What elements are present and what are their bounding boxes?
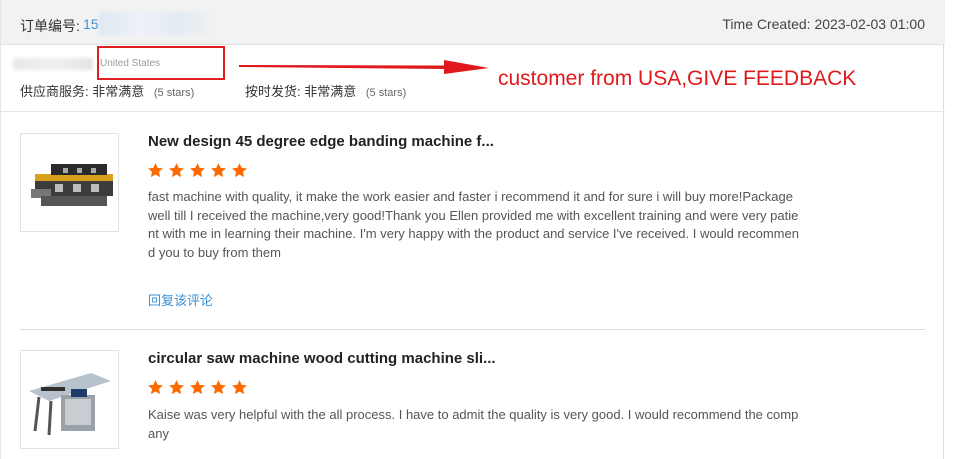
review-text: Kaise was very helpful with the all proc… <box>148 407 799 441</box>
star-icon <box>190 380 205 395</box>
on-time-shipping-rating: 按时发货: 非常满意 (5 stars) <box>245 81 406 100</box>
star-icon <box>232 163 247 178</box>
supplier-service-value: 非常满意 <box>92 84 145 99</box>
shipping-value: 非常满意 <box>304 84 357 99</box>
shipping-stars: (5 stars) <box>365 87 407 99</box>
order-review-panel: 订单编号: 15 Time Created: 2023-02-03 01:00 … <box>0 0 945 459</box>
annotation-arrow <box>239 60 489 74</box>
reply-to-review-link[interactable]: 回复该评论 <box>148 290 213 309</box>
star-icon <box>169 163 184 178</box>
supplier-service-stars: (5 stars) <box>153 87 195 99</box>
star-icon <box>148 163 163 178</box>
section-divider <box>1 111 945 112</box>
star-icon <box>190 163 205 178</box>
annotation-text: customer from USA,GIVE FEEDBACK <box>498 67 857 90</box>
product-thumbnail-panel-saw[interactable] <box>20 350 119 449</box>
order-header: 订单编号: 15 Time Created: 2023-02-03 01:00 <box>1 0 945 45</box>
time-created: Time Created: 2023-02-03 01:00 <box>722 16 925 32</box>
product-thumbnail-edge-bander[interactable] <box>20 133 119 232</box>
star-icon <box>232 380 247 395</box>
shipping-label: 按时发货: <box>245 84 301 99</box>
star-icon <box>211 380 226 395</box>
review-star-rating <box>147 162 248 179</box>
review-product-title[interactable]: New design 45 degree edge banding machin… <box>148 133 494 150</box>
review-text: fast machine with quality, it make the w… <box>148 189 799 260</box>
review-product-title[interactable]: circular saw machine wood cutting machin… <box>148 350 496 367</box>
supplier-service-rating: 供应商服务: 非常满意 (5 stars) <box>20 81 194 100</box>
star-icon <box>211 163 226 178</box>
order-number-link[interactable]: 15 <box>83 16 99 32</box>
star-icon <box>169 380 184 395</box>
review-star-rating <box>147 379 248 396</box>
review-divider <box>20 329 925 330</box>
panel-saw-image <box>21 351 118 448</box>
supplier-service-label: 供应商服务: <box>20 84 89 99</box>
edge-banding-machine-image <box>21 134 118 231</box>
redacted-buyer-name <box>13 58 93 70</box>
star-icon <box>148 380 163 395</box>
country-highlight-box <box>97 46 225 80</box>
redacted-order-number <box>99 11 219 35</box>
order-number-label: 订单编号: <box>20 18 80 34</box>
